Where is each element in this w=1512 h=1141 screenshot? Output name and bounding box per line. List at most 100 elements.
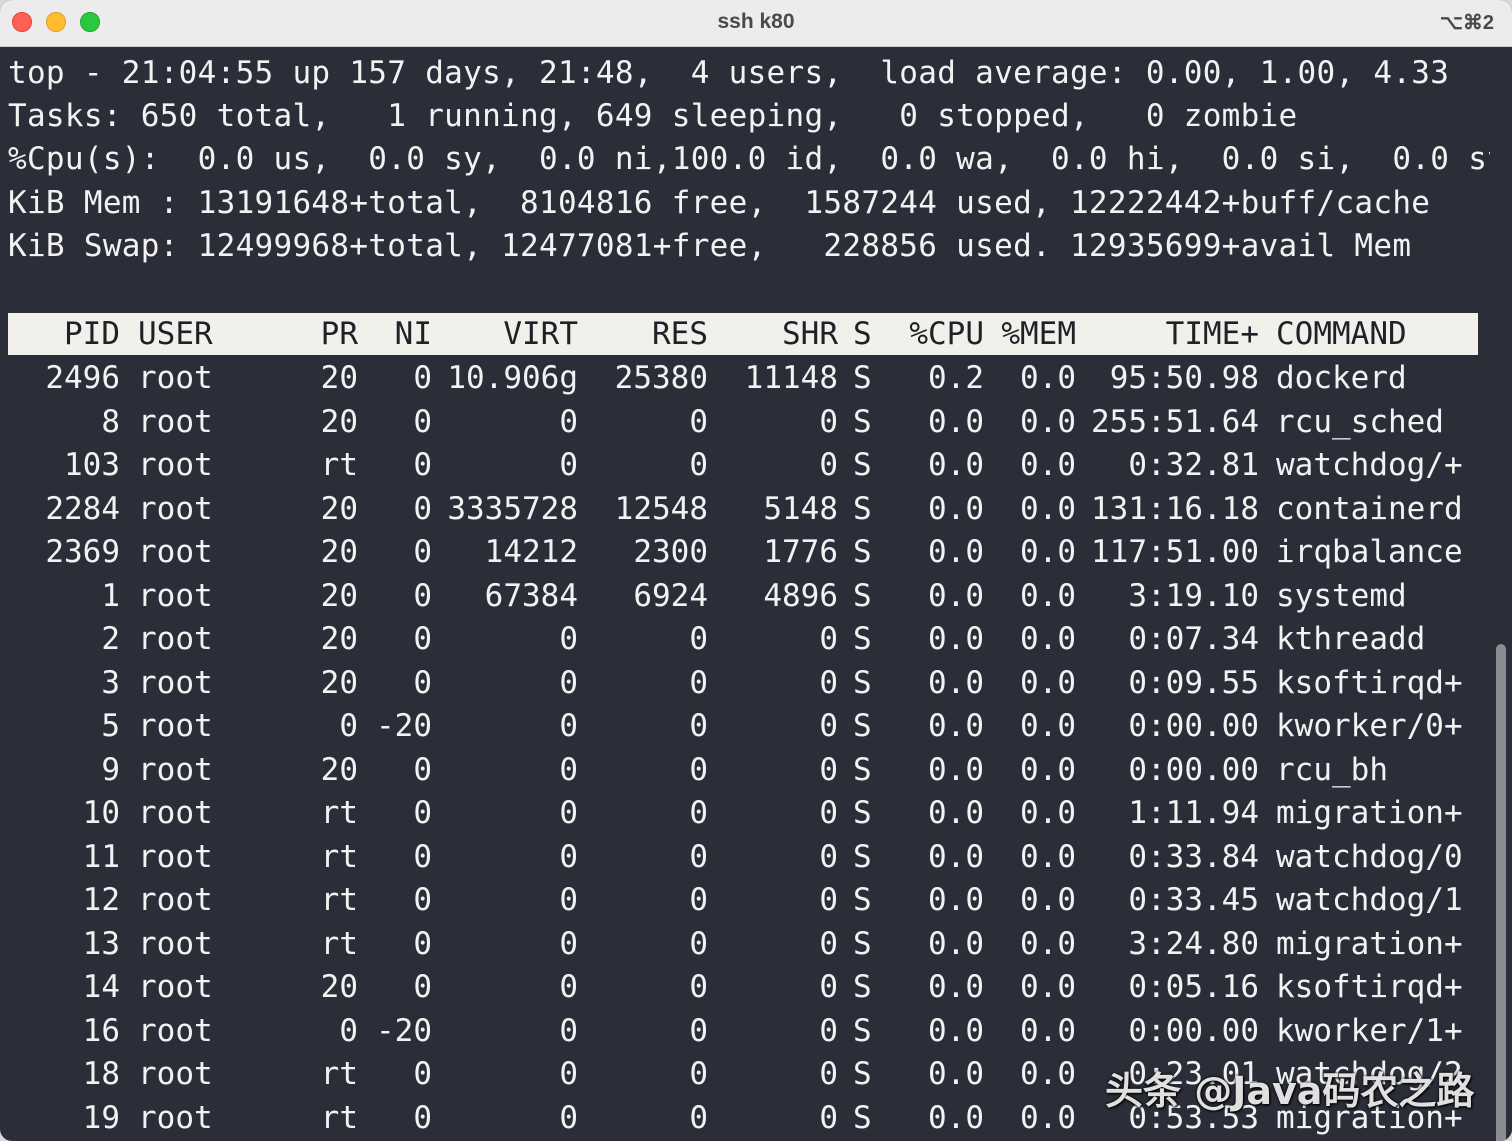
table-cell-pid: 19 xyxy=(82,1099,120,1136)
table-cell-pid: 3 xyxy=(101,664,120,701)
table-cell-ni: 0 xyxy=(413,447,432,483)
table-cell-command: kthreadd xyxy=(1276,621,1426,657)
table-cell-pid: 12 xyxy=(82,882,120,918)
table-cell-ni: 0 xyxy=(413,621,432,657)
table-cell-pid: 11 xyxy=(82,838,120,875)
table-cell-ni: 0 xyxy=(413,751,432,788)
table-cell-cpu: 0.0 xyxy=(928,403,984,440)
table-cell-s: S xyxy=(853,534,872,570)
table-cell-time: 0:32.81 xyxy=(1128,447,1259,483)
table-cell-command: dockerd xyxy=(1276,360,1407,396)
table-cell-shr: 0 xyxy=(819,1056,838,1092)
table-cell-virt: 0 xyxy=(559,882,578,918)
table-cell-cpu: 0.0 xyxy=(928,708,984,744)
table-cell-s: S xyxy=(853,882,872,918)
table-cell-command: ksoftirqd+ xyxy=(1276,664,1463,701)
table-cell-cpu: 0.0 xyxy=(928,577,984,614)
table-cell-pr: rt xyxy=(320,838,358,875)
table-cell-shr: 0 xyxy=(819,751,838,788)
table-cell-user: root xyxy=(138,969,213,1005)
table-cell-user: root xyxy=(138,403,213,440)
table-cell-s: S xyxy=(853,1099,872,1136)
table-cell-res: 12548 xyxy=(614,490,708,527)
scrollbar-track[interactable] xyxy=(1490,48,1512,1141)
table-cell-pid: 18 xyxy=(82,1056,120,1092)
table-cell-shr: 11148 xyxy=(744,360,838,396)
table-cell-pid: 16 xyxy=(82,1012,120,1049)
terminal-content[interactable]: top - 21:04:55 up 157 days, 21:48, 4 use… xyxy=(0,48,1506,1141)
table-cell-res: 0 xyxy=(689,795,708,831)
table-cell-s: S xyxy=(853,403,872,440)
table-cell-mem: 0.0 xyxy=(1020,1012,1076,1049)
table-cell-pr: rt xyxy=(320,882,358,918)
table-cell-mem: 0.0 xyxy=(1020,751,1076,788)
table-cell-mem: 0.0 xyxy=(1020,882,1076,918)
table-cell-time: 131:16.18 xyxy=(1091,490,1259,527)
table-cell-ni: 0 xyxy=(413,795,432,831)
table-cell-mem: 0.0 xyxy=(1020,925,1076,962)
table-cell-shr: 0 xyxy=(819,925,838,962)
table-cell-pr: 20 xyxy=(320,360,358,396)
table-cell-user: root xyxy=(138,534,213,570)
table-cell-user: root xyxy=(138,708,213,744)
table-cell-res: 0 xyxy=(689,1099,708,1136)
table-cell-user: root xyxy=(138,577,213,614)
table-cell-pid: 9 xyxy=(101,751,120,788)
table-cell-cpu: 0.2 xyxy=(928,360,984,396)
table-cell-s: S xyxy=(853,621,872,657)
scrollbar-thumb[interactable] xyxy=(1496,644,1506,1141)
table-cell-pr: rt xyxy=(320,925,358,962)
column-header-ni: NI xyxy=(394,316,432,352)
table-cell-command: rcu_sched xyxy=(1276,403,1444,440)
table-cell-pr: rt xyxy=(320,447,358,483)
table-cell-command: rcu_bh xyxy=(1276,751,1388,788)
watermark: 头条 @Java码农之路 xyxy=(1105,1069,1475,1113)
table-cell-mem: 0.0 xyxy=(1020,447,1076,483)
table-cell-pr: 20 xyxy=(320,621,358,657)
table-cell-virt: 3335728 xyxy=(447,490,578,527)
table-cell-time: 255:51.64 xyxy=(1091,403,1259,440)
table-cell-command: migration+ xyxy=(1276,795,1463,831)
table-cell-cpu: 0.0 xyxy=(928,490,984,527)
table-cell-pid: 2369 xyxy=(45,534,120,570)
table-cell-cpu: 0.0 xyxy=(928,1012,984,1049)
table-cell-mem: 0.0 xyxy=(1020,1099,1076,1136)
column-header-pr: PR xyxy=(320,316,358,352)
table-cell-ni: 0 xyxy=(413,403,432,440)
table-cell-shr: 1776 xyxy=(763,534,838,570)
table-cell-cpu: 0.0 xyxy=(928,621,984,657)
column-header-res: RES xyxy=(652,316,708,352)
table-cell-ni: 0 xyxy=(413,969,432,1005)
table-cell-mem: 0.0 xyxy=(1020,490,1076,527)
table-cell-virt: 0 xyxy=(559,969,578,1005)
window-title: ssh k80 xyxy=(717,10,795,33)
table-cell-shr: 0 xyxy=(819,403,838,440)
table-cell-s: S xyxy=(853,795,872,831)
table-cell-shr: 0 xyxy=(819,664,838,701)
window-shortcut: ⌥⌘2 xyxy=(1439,12,1494,34)
table-cell-cpu: 0.0 xyxy=(928,882,984,918)
table-cell-time: 1:11.94 xyxy=(1128,795,1259,831)
table-cell-shr: 5148 xyxy=(763,490,838,527)
table-cell-pr: 0 xyxy=(339,708,358,744)
table-cell-s: S xyxy=(853,447,872,483)
table-cell-time: 0:09.55 xyxy=(1128,664,1259,701)
table-cell-user: root xyxy=(138,838,213,875)
table-cell-shr: 0 xyxy=(819,1012,838,1049)
table-cell-time: 117:51.00 xyxy=(1091,534,1259,570)
table-cell-s: S xyxy=(853,751,872,788)
table-cell-s: S xyxy=(853,708,872,744)
table-cell-command: ksoftirqd+ xyxy=(1276,969,1463,1005)
table-cell-time: 0:07.34 xyxy=(1128,621,1259,657)
table-cell-shr: 0 xyxy=(819,447,838,483)
table-cell-cpu: 0.0 xyxy=(928,1056,984,1092)
table-cell-user: root xyxy=(138,751,213,788)
column-header-virt: VIRT xyxy=(503,316,578,352)
table-cell-mem: 0.0 xyxy=(1020,621,1076,657)
table-cell-ni: 0 xyxy=(413,664,432,701)
column-header-mem: %MEM xyxy=(1001,316,1076,352)
table-cell-s: S xyxy=(853,490,872,527)
table-cell-shr: 4896 xyxy=(763,577,838,614)
table-cell-command: watchdog/1 xyxy=(1276,882,1463,918)
table-cell-time: 0:33.84 xyxy=(1128,838,1259,875)
